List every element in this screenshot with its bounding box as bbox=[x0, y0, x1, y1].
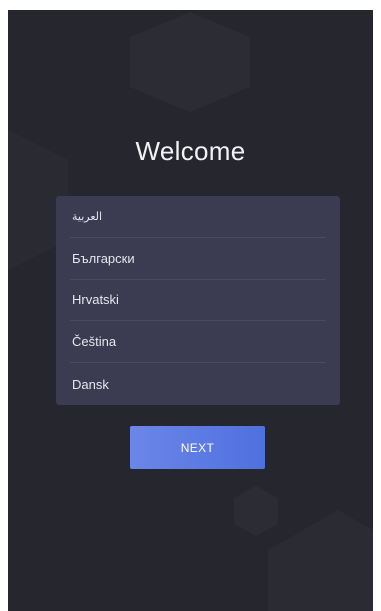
language-item-danish[interactable]: Dansk bbox=[70, 363, 326, 405]
next-button[interactable]: NEXT bbox=[130, 426, 265, 469]
language-list: العربية Български Hrvatski Čeština Dansk bbox=[56, 196, 340, 405]
welcome-title: Welcome bbox=[135, 136, 246, 166]
language-item-bulgarian[interactable]: Български bbox=[70, 238, 326, 280]
language-item-czech[interactable]: Čeština bbox=[70, 321, 326, 364]
language-item-arabic[interactable]: العربية bbox=[70, 196, 326, 238]
bg-hexagon-top bbox=[130, 12, 250, 112]
language-item-croatian[interactable]: Hrvatski bbox=[70, 280, 326, 322]
bg-hexagon-small bbox=[234, 486, 278, 536]
bg-hexagon-bottom-right bbox=[268, 510, 373, 611]
